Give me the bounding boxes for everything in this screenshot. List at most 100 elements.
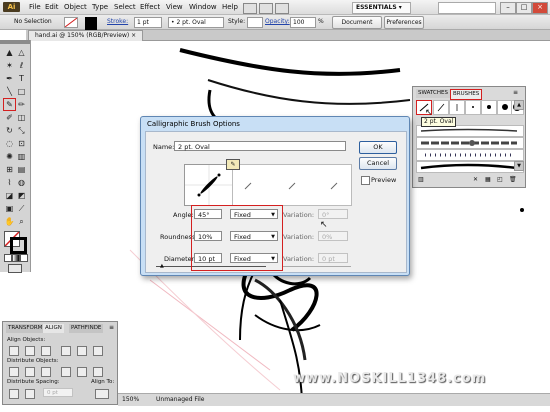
- warp-tool-icon[interactable]: ◌: [4, 138, 15, 149]
- eyedropper-tool-icon[interactable]: ⌇: [4, 177, 15, 188]
- distribute-hcenter-icon[interactable]: [77, 367, 87, 377]
- align-top-icon[interactable]: [61, 346, 71, 356]
- scale-tool-icon[interactable]: ⤡: [16, 125, 27, 136]
- style-swatch[interactable]: [247, 17, 263, 28]
- stroke-swatch[interactable]: [85, 17, 97, 30]
- opacity-label[interactable]: Opacity:: [265, 18, 290, 25]
- menu-type[interactable]: Type: [92, 3, 108, 11]
- stroke-label[interactable]: Stroke:: [107, 18, 128, 25]
- brush-definition-select[interactable]: • 2 pt. Oval: [168, 17, 224, 28]
- panel-menu-icon[interactable]: ≡: [109, 324, 114, 331]
- brush-shape-preview[interactable]: [184, 164, 234, 206]
- menu-window[interactable]: Window: [189, 3, 217, 11]
- minimize-button[interactable]: –: [500, 2, 516, 14]
- status-info[interactable]: Unmanaged File: [156, 396, 204, 403]
- maximize-button[interactable]: □: [516, 2, 532, 14]
- lasso-tool-icon[interactable]: ℓ: [16, 60, 27, 71]
- align-to-select[interactable]: [95, 389, 109, 399]
- artboard-tool-icon[interactable]: ▣: [4, 203, 15, 214]
- menu-view[interactable]: View: [166, 3, 183, 11]
- line-tool-icon[interactable]: ╲: [4, 86, 15, 97]
- distribute-bottom-icon[interactable]: [41, 367, 51, 377]
- brush-art-2[interactable]: [416, 137, 524, 149]
- distribute-left-icon[interactable]: [61, 367, 71, 377]
- align-bottom-icon[interactable]: [93, 346, 103, 356]
- spacing-input[interactable]: 0 pt: [43, 388, 73, 397]
- align-right-icon[interactable]: [41, 346, 51, 356]
- align-vcenter-icon[interactable]: [77, 346, 87, 356]
- diameter-slider-thumb[interactable]: ▲: [160, 263, 164, 269]
- brush-calligraphic-2[interactable]: [433, 100, 449, 115]
- screen-mode-button[interactable]: [8, 264, 22, 273]
- free-transform-tool-icon[interactable]: ⊡: [16, 138, 27, 149]
- menu-object[interactable]: Object: [64, 3, 87, 11]
- document-setup-button[interactable]: Document Setup: [332, 16, 382, 37]
- zoom-tool-icon[interactable]: ⌕: [16, 216, 27, 227]
- options-icon[interactable]: ▦: [485, 176, 491, 183]
- align-hcenter-icon[interactable]: [25, 346, 35, 356]
- slice-tool-icon[interactable]: ⟋: [16, 203, 27, 214]
- stroke-color-swatch[interactable]: [10, 237, 27, 254]
- paintbrush-tool-icon[interactable]: ✎: [3, 98, 16, 111]
- gradient-mode-icon[interactable]: [12, 254, 20, 262]
- delete-brush-icon[interactable]: 🗑: [509, 176, 517, 183]
- name-input[interactable]: 2 pt. Oval: [174, 141, 346, 151]
- ok-button[interactable]: OK: [359, 141, 397, 154]
- brush-calligraphic-3[interactable]: [449, 100, 465, 115]
- distribute-vspace-icon[interactable]: [9, 389, 19, 399]
- tools-panel-grip[interactable]: [0, 40, 30, 44]
- brush-libraries-icon[interactable]: ▥: [418, 176, 424, 183]
- selection-tool-icon[interactable]: ▲: [4, 47, 15, 58]
- preferences-button[interactable]: Preferences: [384, 16, 424, 29]
- graph-tool-icon[interactable]: ▥: [16, 151, 27, 162]
- tab-swatches[interactable]: SWATCHES: [416, 89, 450, 98]
- zoom-level[interactable]: 150%: [122, 396, 139, 403]
- brush-art-3[interactable]: [416, 149, 524, 161]
- magic-wand-tool-icon[interactable]: ✶: [4, 60, 15, 71]
- menu-edit[interactable]: Edit: [45, 3, 59, 11]
- arrange-documents-icon[interactable]: [259, 3, 273, 14]
- brush-round-2[interactable]: [481, 100, 497, 115]
- fill-swatch[interactable]: [64, 17, 78, 28]
- diameter-variation-input[interactable]: 0 pt: [318, 253, 348, 263]
- menu-help[interactable]: Help: [222, 3, 238, 11]
- remove-brush-stroke-icon[interactable]: ✕: [473, 176, 478, 183]
- scroll-up-arrow[interactable]: ▲: [514, 100, 524, 110]
- live-paint-tool-icon[interactable]: ◪: [4, 190, 15, 201]
- menu-effect[interactable]: Effect: [140, 3, 160, 11]
- brush-round-1[interactable]: [465, 100, 481, 115]
- diameter-variation-slider-track[interactable]: [283, 266, 351, 267]
- blend-tool-icon[interactable]: ◍: [16, 177, 27, 188]
- distribute-vcenter-icon[interactable]: [25, 367, 35, 377]
- distribute-top-icon[interactable]: [9, 367, 19, 377]
- direct-selection-tool-icon[interactable]: △: [16, 47, 27, 58]
- workspace-switcher[interactable]: ESSENTIALS ▾: [352, 2, 411, 14]
- menu-file[interactable]: File: [29, 3, 41, 11]
- opacity-field[interactable]: 100: [290, 17, 316, 28]
- type-tool-icon[interactable]: T: [16, 73, 27, 84]
- tab-align[interactable]: ALIGN: [43, 324, 64, 333]
- mesh-tool-icon[interactable]: ⊞: [4, 164, 15, 175]
- search-input[interactable]: [438, 2, 496, 14]
- rotate-tool-icon[interactable]: ↻: [4, 125, 15, 136]
- pencil-tool-icon[interactable]: ✏: [16, 99, 27, 110]
- tab-brushes[interactable]: BRUSHES: [450, 89, 483, 100]
- color-mode-icon[interactable]: [4, 254, 12, 262]
- panel-menu-icon[interactable]: ≡: [513, 89, 518, 96]
- new-brush-icon[interactable]: ◰: [497, 176, 503, 183]
- screen-mode-icon[interactable]: [275, 3, 289, 14]
- close-button[interactable]: ×: [532, 2, 548, 14]
- cancel-button[interactable]: Cancel: [359, 157, 397, 170]
- scroll-down-arrow[interactable]: ▼: [514, 161, 524, 171]
- align-left-icon[interactable]: [9, 346, 19, 356]
- hand-tool-icon[interactable]: ✋: [4, 216, 15, 227]
- live-paint-selection-tool-icon[interactable]: ◩: [16, 190, 27, 201]
- none-mode-icon[interactable]: [20, 254, 28, 262]
- pen-tool-icon[interactable]: ✒: [4, 73, 15, 84]
- blob-brush-tool-icon[interactable]: ✐: [4, 112, 15, 123]
- symbol-sprayer-tool-icon[interactable]: ✺: [4, 151, 15, 162]
- roundness-variation-input[interactable]: 0%: [318, 231, 348, 241]
- bridge-icon[interactable]: [243, 3, 257, 14]
- preview-checkbox[interactable]: [361, 176, 370, 185]
- angle-variation-input[interactable]: 0°: [318, 209, 348, 219]
